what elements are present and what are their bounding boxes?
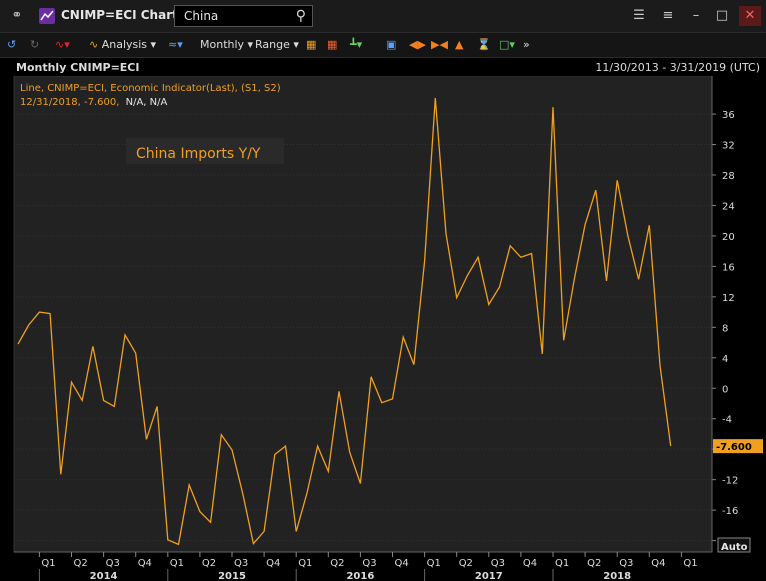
interval-select[interactable]: Monthly ▾ [200,37,253,53]
layout-tree-icon[interactable]: ☰ [628,6,650,26]
y-tick-label: 28 [722,171,735,182]
y-axis: 36322824201612840-4-12-16-20 [711,76,738,552]
y-tick-label: 16 [722,262,735,273]
x-quarter-label: Q2 [587,558,601,569]
window-title: CNIMP=ECI Chart [61,8,178,22]
y-tick-label: -16 [722,506,738,517]
line-chart[interactable]: 36322824201612840-4-12-16-20 Q1Q2Q3Q4Q1Q… [0,76,766,581]
analysis-icon: ∿ [89,38,99,51]
x-quarter-label: Q4 [266,558,280,569]
y-tick-label: 24 [722,201,735,212]
link-icon[interactable]: ⚭ [9,8,25,24]
analysis-button[interactable]: ∿ Analysis ▾ [89,37,156,53]
x-quarter-label: Q1 [555,558,569,569]
chevron-down-icon: ▾ [150,38,157,51]
more-icon[interactable]: » [523,37,530,53]
pan-up-down-icon[interactable]: ▲ [455,37,463,53]
x-quarter-label: Q4 [651,558,665,569]
range-select[interactable]: Range ▾ [255,37,299,53]
draw-tools-icon[interactable]: ┻▾ [350,37,362,53]
y-tick-label: -12 [722,476,738,487]
auto-scale-label: Auto [721,542,748,553]
undo-icon[interactable]: ↺ [7,37,16,53]
last-value-badge-text: -7.600 [716,442,752,453]
line-style-icon[interactable]: ▦ [306,37,316,53]
x-year-label: 2018 [603,571,631,581]
analysis-label: Analysis [101,38,148,51]
y-tick-label: -4 [722,415,732,426]
overlay-icon[interactable]: ≈▾ [168,37,183,53]
close-button[interactable]: ✕ [739,6,761,26]
legend-date-value: 12/31/2018, -7.600, [20,97,119,108]
title-bar: ⚭ CNIMP=ECI Chart China ⚲ ☰ ≡ – □ ✕ [0,0,766,33]
legend-rest: N/A, N/A [126,97,168,108]
minimize-button[interactable]: – [685,6,707,26]
x-quarter-label: Q2 [74,558,88,569]
crosshair-icon[interactable]: ▣ [386,37,396,53]
x-year-label: 2014 [90,571,118,581]
range-label: Range [255,38,290,51]
menu-icon[interactable]: ≡ [657,6,679,26]
chart-toolbar: ↺ ↻ ∿▾ ∿ Analysis ▾ ≈▾ Monthly ▾ Range ▾… [0,33,766,58]
x-quarter-label: Q3 [619,558,633,569]
chevron-down-icon: ▾ [247,38,254,51]
search-icon[interactable]: ⚲ [296,8,306,24]
x-quarter-label: Q1 [298,558,312,569]
y-tick-label: 36 [722,110,735,121]
x-quarter-label: Q4 [138,558,152,569]
x-quarter-label: Q1 [41,558,55,569]
x-quarter-label: Q3 [234,558,248,569]
x-quarter-label: Q4 [523,558,537,569]
x-quarter-label: Q3 [106,558,120,569]
chart-date-range: 11/30/2013 - 3/31/2019 (UTC) [595,61,760,74]
search-input[interactable]: China ⚲ [174,5,313,27]
x-quarter-label: Q2 [459,558,473,569]
x-quarter-label: Q2 [330,558,344,569]
chart-icon [39,8,55,24]
plot-background [13,76,713,553]
x-quarter-label: Q1 [427,558,441,569]
legend-line-1: Line, CNIMP=ECI, Economic Indicator(Last… [20,83,281,94]
interval-label: Monthly [200,38,245,51]
x-quarter-label: Q3 [491,558,505,569]
legend-line-2: 12/31/2018, -7.600, N/A, N/A [20,97,168,108]
x-quarter-label: Q4 [395,558,409,569]
y-tick-label: 8 [722,323,728,334]
annotation-text: China Imports Y/Y [136,146,261,162]
last-value-badge: -7.600 [713,439,763,454]
x-year-label: 2015 [218,571,246,581]
zoom-y-icon[interactable]: ⌛ [477,37,491,53]
chart-header-title: Monthly CNIMP=ECI [16,61,140,74]
y-tick-label: 4 [722,354,728,365]
maximize-button[interactable]: □ [711,6,733,26]
chevron-down-icon: ▾ [293,38,299,51]
zoom-in-x-icon[interactable]: ▶◀ [431,37,448,53]
select-zoom-icon[interactable]: □▾ [499,37,515,53]
x-axis: Q1 Q2 Q3 Q4 Q1 Q2 Q3 Q4 Q1 Q2 Q3 Q4 Q1 Q2 Q3 Q4 Q1 Q2 Q3 Q4… [14,551,712,581]
x-quarter-label: Q1 [170,558,184,569]
x-quarter-label: Q2 [202,558,216,569]
y-tick-label: 0 [722,384,728,395]
pan-left-right-icon[interactable]: ◀▶ [409,37,426,53]
bar-style-icon[interactable]: ▦ [327,37,337,53]
chart-header: Monthly CNIMP=ECI 11/30/2013 - 3/31/2019… [6,59,766,76]
y-tick-label: 32 [722,141,735,152]
x-quarter-label: Q3 [362,558,376,569]
x-year-label: 2016 [346,571,374,581]
y-tick-label: 12 [722,293,735,304]
x-year-label: 2017 [475,571,503,581]
redo-icon[interactable]: ↻ [30,37,39,53]
x-quarter-label: Q1 [683,558,697,569]
line-chart-type-icon[interactable]: ∿▾ [55,37,70,53]
y-tick-label: 20 [722,232,735,243]
search-value: China [184,9,219,23]
